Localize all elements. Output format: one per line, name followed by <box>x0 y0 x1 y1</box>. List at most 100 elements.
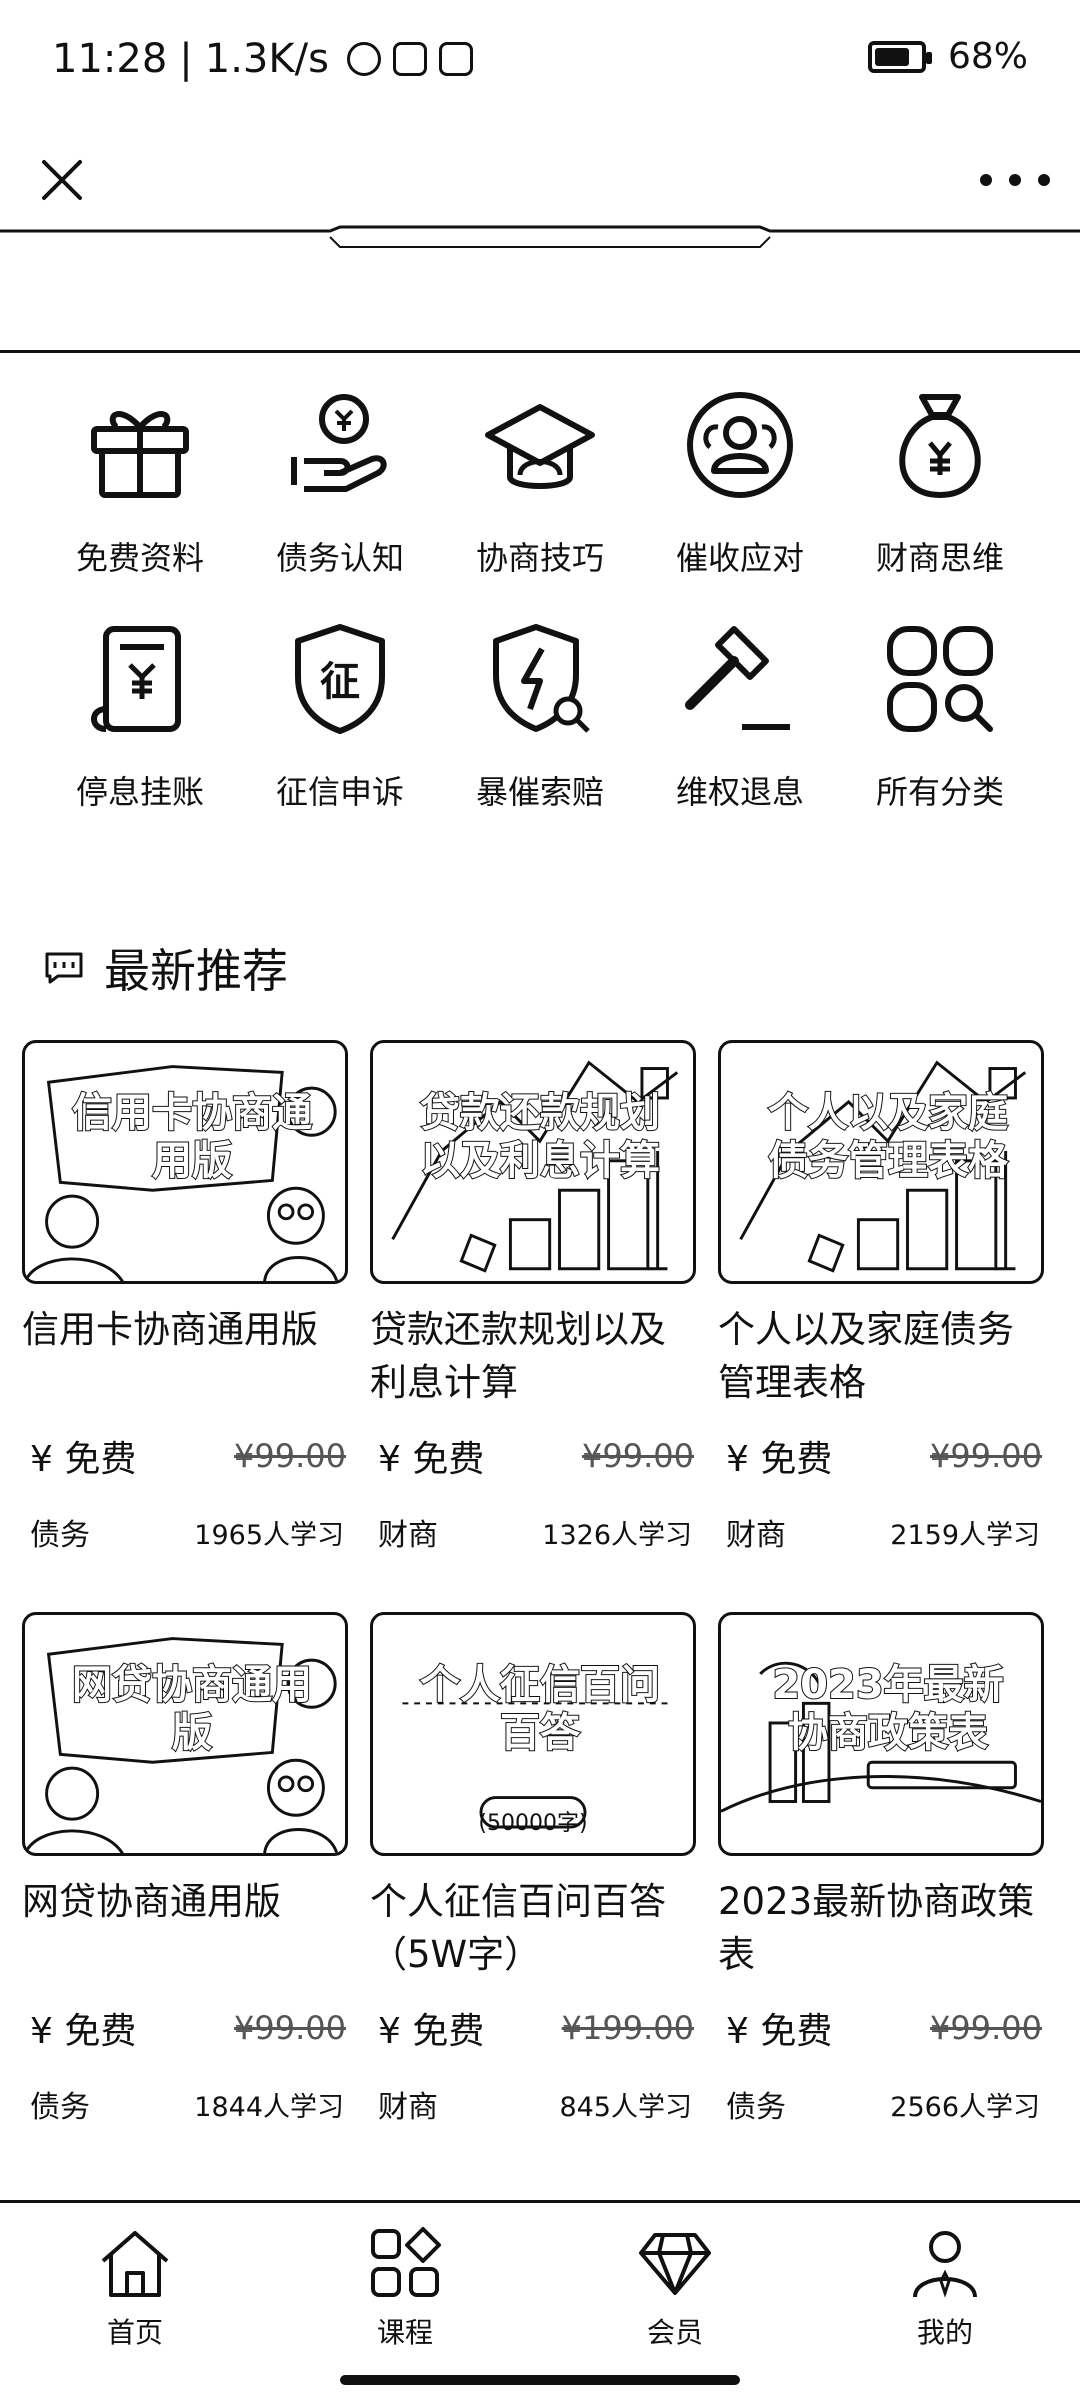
course-tag: 财商 <box>378 2090 438 2125</box>
category-label: 财商思维 <box>875 539 1004 577</box>
nav-bar <box>0 130 1080 235</box>
course-card[interactable]: 贷款还款规划以及利息计算 贷款还款规划以及利息计算 ¥ 免费 ¥99.00 财商… <box>370 1040 700 1554</box>
tab-membership[interactable]: 会员 <box>575 2225 775 2351</box>
course-price: ¥ 免费 <box>726 1439 833 1480</box>
tab-profile[interactable]: 我的 <box>845 2225 1045 2351</box>
more-button[interactable] <box>980 148 1050 212</box>
category-label: 所有分类 <box>875 773 1004 811</box>
course-card[interactable]: 网贷协商通用版 网贷协商通用版 ¥ 免费 ¥99.00 债务 1844人学习 <box>22 1612 352 2126</box>
svg-text:征: 征 <box>320 659 360 705</box>
home-indicator[interactable] <box>340 2375 740 2385</box>
course-price: ¥ 免费 <box>726 2011 833 2052</box>
category-label: 协商技巧 <box>475 539 604 577</box>
course-tag: 债务 <box>726 2090 786 2125</box>
category-label: 维权退息 <box>675 773 804 811</box>
course-thumbnail: 个人征信百问百答 (50000字) <box>370 1612 696 1856</box>
tab-home[interactable]: 首页 <box>35 2225 235 2351</box>
tab-label: 课程 <box>376 2316 433 2349</box>
tab-label: 会员 <box>646 2316 703 2349</box>
course-tag: 债务 <box>30 2090 90 2125</box>
meta-row: 债务 2566人学习 <box>718 2082 1048 2126</box>
course-card[interactable]: 个人征信百问百答 (50000字) 个人征信百问百答（5W字） ¥ 免费 ¥19… <box>370 1612 700 2126</box>
tab-label: 首页 <box>106 2316 163 2349</box>
course-thumbnail: 贷款还款规划以及利息计算 <box>370 1040 696 1284</box>
price-row: ¥ 免费 ¥99.00 <box>22 2002 352 2054</box>
hand-coin-icon <box>291 394 387 492</box>
category-rights-refund[interactable]: 维权退息 <box>640 619 840 813</box>
learner-count: 845人学习 <box>559 2091 692 2123</box>
category-label: 暴催索赔 <box>475 773 604 811</box>
tab-label: 我的 <box>916 2316 973 2349</box>
course-tag: 财商 <box>378 1518 438 1553</box>
tab-courses[interactable]: 课程 <box>305 2225 505 2351</box>
category-negotiation-skills[interactable]: 协商技巧 <box>440 385 640 579</box>
close-button[interactable] <box>30 148 94 212</box>
alarm-icon <box>346 42 381 76</box>
course-tag: 财商 <box>726 1518 786 1553</box>
original-price: ¥99.00 <box>234 1437 346 1475</box>
close-icon <box>42 160 82 200</box>
course-tag: 债务 <box>30 1518 90 1553</box>
course-card[interactable]: 个人以及家庭债务管理表格 个人以及家庭债务管理表格 ¥ 免费 ¥99.00 财商… <box>718 1040 1048 1554</box>
battery-fill <box>874 47 909 66</box>
course-thumbnail: 2023年最新协商政策表 <box>718 1612 1044 1856</box>
category-free-materials[interactable]: 免费资料 <box>40 385 240 579</box>
network-speed: 1.3K/s <box>204 36 329 82</box>
original-price: ¥99.00 <box>930 1437 1042 1475</box>
bottom-nav: 首页 课程 会员 我的 <box>0 2200 1080 2403</box>
course-title: 个人征信百问百答（5W字） <box>370 1880 666 1976</box>
category-installment-stop[interactable]: 停息挂账 <box>40 619 240 813</box>
category-label: 免费资料 <box>75 539 204 577</box>
course-title: 个人以及家庭债务管理表格 <box>718 1308 1014 1404</box>
category-label: 债务认知 <box>275 539 404 577</box>
battery-icon <box>867 40 932 73</box>
shield-icon: 征 <box>295 624 385 734</box>
category-label: 停息挂账 <box>75 773 204 811</box>
thumbnail-title: 个人征信百问百答 <box>419 1661 661 1757</box>
course-thumbnail: 信用卡协商通用版 <box>22 1040 348 1284</box>
category-all[interactable]: 所有分类 <box>840 619 1040 813</box>
diamond-icon <box>639 2233 711 2295</box>
upload-icon <box>438 42 473 76</box>
thumbnail-title: 网贷协商通用版 <box>71 1661 313 1757</box>
course-title: 贷款还款规划以及利息计算 <box>370 1308 666 1404</box>
money-bag-icon <box>899 394 981 498</box>
category-label: 催收应对 <box>675 539 804 577</box>
section-header: 最新推荐 <box>44 935 288 1001</box>
page-title-bar <box>0 245 1080 353</box>
more-dot <box>1038 174 1050 186</box>
status-icons <box>346 42 473 76</box>
learner-count: 2566人学习 <box>890 2091 1040 2123</box>
profile-icon <box>913 2231 977 2298</box>
course-title: 信用卡协商通用版 <box>22 1308 318 1351</box>
meta-row: 财商 845人学习 <box>370 2082 700 2126</box>
price-row: ¥ 免费 ¥99.00 <box>718 2002 1048 2054</box>
course-title: 2023最新协商政策表 <box>718 1880 1035 1976</box>
category-collection-response[interactable]: 催收应对 <box>640 385 840 579</box>
category-debt-knowledge[interactable]: 债务认知 <box>240 385 440 579</box>
shield-bolt-icon <box>493 624 590 733</box>
learner-count: 1965人学习 <box>194 1519 344 1551</box>
status-right: 68% <box>867 36 1028 77</box>
category-label: 征信申诉 <box>275 773 404 811</box>
category-credit-appeal[interactable]: 征 征信申诉 <box>240 619 440 813</box>
courses-icon <box>371 2227 441 2297</box>
course-price: ¥ 免费 <box>30 2011 137 2052</box>
course-price: ¥ 免费 <box>30 1439 137 1480</box>
price-row: ¥ 免费 ¥199.00 <box>370 2002 700 2054</box>
category-harassment-claim[interactable]: 暴催索赔 <box>440 619 640 813</box>
course-card[interactable]: 信用卡协商通用版 信用卡协商通用版 ¥ 免费 ¥99.00 债务 1965人学习 <box>22 1040 352 1554</box>
course-grid: 信用卡协商通用版 信用卡协商通用版 ¥ 免费 ¥99.00 债务 1965人学习… <box>22 1040 1062 2126</box>
section-title: 最新推荐 <box>104 944 288 998</box>
category-financial-thinking[interactable]: 财商思维 <box>840 385 1040 579</box>
original-price: ¥99.00 <box>582 1437 694 1475</box>
meta-row: 债务 1844人学习 <box>22 2082 352 2126</box>
price-row: ¥ 免费 ¥99.00 <box>718 1430 1048 1482</box>
course-thumbnail: 网贷协商通用版 <box>22 1612 348 1856</box>
course-card[interactable]: 2023年最新协商政策表 2023最新协商政策表 ¥ 免费 ¥99.00 债务 … <box>718 1612 1048 2126</box>
home-icon <box>101 2231 169 2297</box>
gavel-icon <box>685 626 790 730</box>
battery-percent: 68% <box>947 36 1028 77</box>
meta-row: 债务 1965人学习 <box>22 1510 352 1554</box>
document-yen-icon <box>91 626 181 732</box>
